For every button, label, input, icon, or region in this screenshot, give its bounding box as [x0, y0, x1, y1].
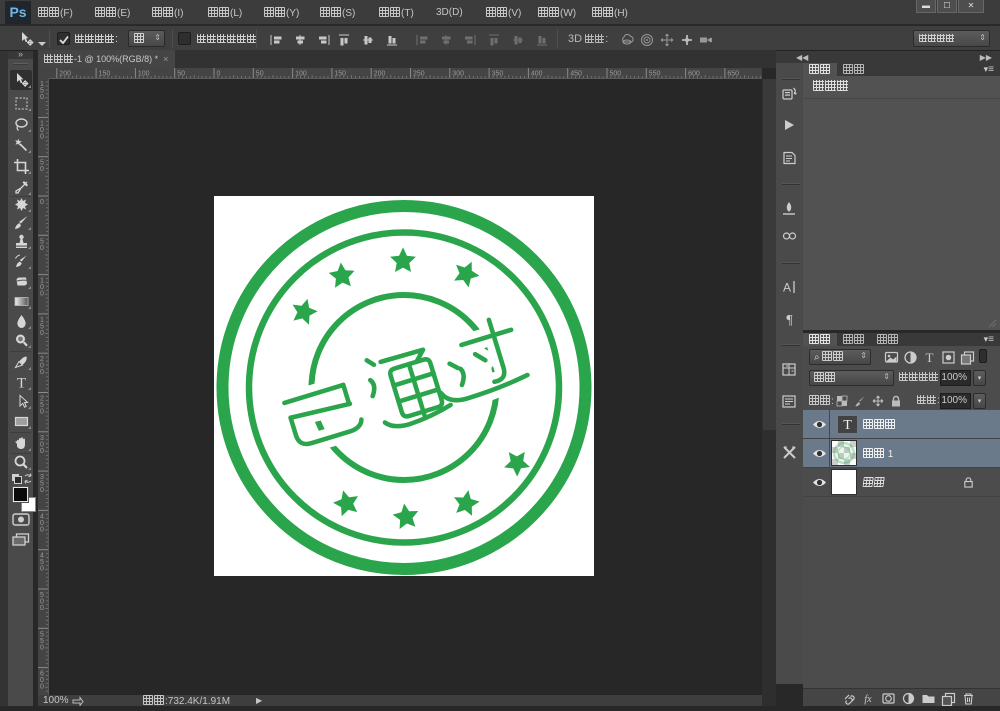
svg-text:0: 0: [40, 94, 44, 101]
svg-text:0: 0: [40, 644, 44, 651]
svg-text:¶: ¶: [786, 313, 793, 328]
svg-text:0: 0: [40, 605, 44, 612]
svg-text:0: 0: [40, 566, 44, 573]
svg-text:0: 0: [40, 684, 44, 691]
svg-text:0: 0: [40, 409, 44, 416]
svg-text:0: 0: [217, 71, 221, 78]
svg-text:0: 0: [40, 369, 44, 376]
svg-text:0: 0: [40, 199, 44, 206]
svg-text:0: 0: [40, 526, 44, 533]
svg-text:0: 0: [40, 448, 44, 455]
svg-text:T: T: [17, 376, 26, 392]
svg-text:0: 0: [40, 330, 44, 337]
svg-text:0: 0: [40, 245, 44, 252]
svg-text:fx: fx: [864, 694, 872, 705]
svg-text:T: T: [926, 350, 934, 365]
svg-text:0: 0: [40, 166, 44, 173]
svg-text:0: 0: [40, 291, 44, 298]
svg-text:0: 0: [40, 487, 44, 494]
svg-text:0: 0: [40, 133, 44, 140]
svg-text:A: A: [783, 281, 791, 295]
